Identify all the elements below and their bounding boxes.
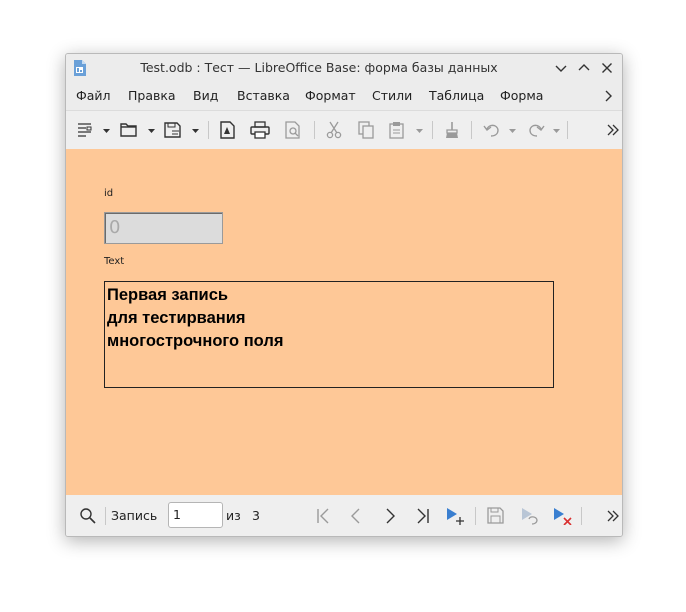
toolbar-overflow-icon[interactable] [606, 121, 620, 139]
redo-icon[interactable] [527, 121, 563, 139]
navbar-separator [581, 507, 582, 525]
save-record-icon[interactable] [487, 507, 505, 525]
navbar-separator [105, 507, 106, 525]
window-title: Test.odb : Тест — LibreOffice Base: форм… [140, 60, 498, 75]
menu-view[interactable]: Вид [193, 82, 218, 110]
navbar-separator [475, 507, 476, 525]
cut-icon[interactable] [325, 121, 343, 139]
print-preview-icon[interactable] [284, 121, 302, 139]
find-record-icon[interactable] [79, 507, 97, 525]
menu-overflow-chevron-icon[interactable] [600, 88, 616, 104]
paste-icon[interactable] [388, 121, 424, 139]
menu-edit[interactable]: Правка [128, 82, 176, 110]
menu-form[interactable]: Форма [500, 82, 543, 110]
menu-insert[interactable]: Вставка [237, 82, 290, 110]
form-window: Test.odb : Тест — LibreOffice Base: форм… [65, 53, 623, 537]
menu-format[interactable]: Формат [305, 82, 356, 110]
navbar-overflow-icon[interactable] [606, 507, 620, 525]
close-icon[interactable] [599, 60, 615, 76]
undo-icon[interactable] [483, 121, 519, 139]
next-record-icon[interactable] [383, 507, 397, 525]
record-number-input[interactable]: 1 [168, 502, 223, 528]
menu-table[interactable]: Таблица [429, 82, 484, 110]
text-field[interactable]: Первая запись для тестирвания многостроч… [104, 281, 554, 388]
first-record-icon[interactable] [315, 507, 331, 525]
text-label: Text [104, 256, 125, 267]
delete-record-icon[interactable] [553, 507, 573, 525]
maximize-icon[interactable] [576, 60, 592, 76]
id-label: id [104, 188, 114, 199]
toolbar-separator [432, 121, 433, 139]
standard-toolbar [66, 111, 622, 149]
record-total: 3 [252, 508, 260, 523]
new-record-icon[interactable] [446, 507, 466, 525]
open-folder-icon[interactable] [120, 121, 156, 139]
copy-icon[interactable] [357, 121, 375, 139]
print-icon[interactable] [250, 121, 270, 139]
of-label: из [226, 508, 241, 523]
previous-record-icon[interactable] [349, 507, 363, 525]
id-field[interactable]: 0 [104, 212, 223, 244]
form-canvas: id 0 Text Первая запись для тестирвания … [66, 149, 622, 495]
minimize-icon[interactable] [553, 60, 569, 76]
menu-file[interactable]: Файл [76, 82, 111, 110]
toolbar-separator [567, 121, 568, 139]
form-navigator-icon[interactable] [76, 121, 110, 139]
record-label: Запись [111, 508, 158, 523]
clone-formatting-icon[interactable] [443, 121, 461, 139]
menu-bar: Файл Правка Вид Вставка Формат Стили Таб… [66, 82, 622, 111]
record-navigation-bar: Запись 1 из 3 [66, 495, 622, 536]
toolbar-separator [208, 121, 209, 139]
last-record-icon[interactable] [415, 507, 431, 525]
menu-styles[interactable]: Стили [372, 82, 412, 110]
toolbar-separator [314, 121, 315, 139]
undo-record-icon[interactable] [521, 507, 539, 525]
export-pdf-icon[interactable] [218, 121, 236, 139]
title-bar[interactable]: Test.odb : Тест — LibreOffice Base: форм… [66, 54, 622, 82]
toolbar-separator [471, 121, 472, 139]
libreoffice-base-icon [73, 60, 87, 76]
save-icon[interactable] [164, 121, 200, 139]
